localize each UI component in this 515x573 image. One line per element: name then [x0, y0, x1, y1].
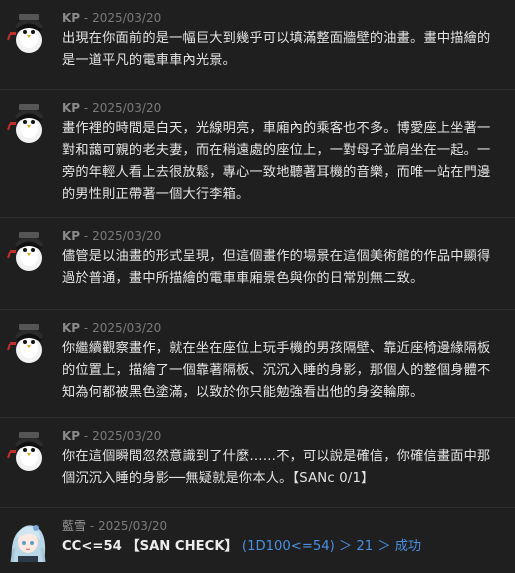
message-date: 2025/03/20	[92, 11, 162, 25]
message-meta: KP - 2025/03/20	[62, 228, 503, 244]
chat-message: KP - 2025/03/20 你在這個瞬間忽然意識到了什麼……不，可以說是確信…	[0, 418, 515, 508]
message-date: 2025/03/20	[92, 229, 162, 243]
message-date: 2025/03/20	[92, 429, 162, 443]
chat-log: KP - 2025/03/20 出現在你面前的是一幅巨大到幾乎可以填滿整面牆壁的…	[0, 0, 515, 573]
message-text: 你在這個瞬間忽然意識到了什麼……不，可以說是確信，你確信畫面中那個沉沉入睡的身影…	[62, 449, 491, 486]
penguin-avatar-icon[interactable]	[6, 428, 50, 472]
meta-separator: -	[80, 101, 93, 115]
chat-message: KP - 2025/03/20 儘管是以油畫的形式呈現，但這個畫作的場景在這個美…	[0, 218, 515, 310]
message-content: 藍雪 - 2025/03/20 CC<=54 【SAN CHECK】 (1D10…	[62, 518, 503, 563]
chat-message: KP - 2025/03/20 畫作裡的時間是白天，光線明亮，車廂內的乘客也不多…	[0, 90, 515, 218]
message-content: KP - 2025/03/20 出現在你面前的是一幅巨大到幾乎可以填滿整面牆壁的…	[62, 10, 503, 79]
penguin-avatar-icon[interactable]	[6, 228, 50, 272]
meta-separator: -	[86, 519, 98, 533]
author-name: KP	[62, 429, 81, 443]
message-content: KP - 2025/03/20 畫作裡的時間是白天，光線明亮，車廂內的乘客也不多…	[62, 100, 503, 207]
message-text: 畫作裡的時間是白天，光線明亮，車廂內的乘客也不多。博愛座上坐著一對和藹可親的老夫…	[62, 121, 491, 202]
message-date: 2025/03/20	[92, 321, 162, 335]
message-text: 你繼續觀察畫作，就在坐在座位上玩手機的男孩隔壁、靠近座椅邊緣隔板的位置上，描繪了…	[62, 341, 491, 400]
meta-separator: -	[80, 429, 93, 443]
message-content: KP - 2025/03/20 儘管是以油畫的形式呈現，但這個畫作的場景在這個美…	[62, 228, 503, 299]
penguin-avatar-icon[interactable]	[6, 320, 50, 364]
penguin-avatar-icon[interactable]	[6, 100, 50, 144]
message-meta: KP - 2025/03/20	[62, 10, 503, 26]
message-meta: 藍雪 - 2025/03/20	[62, 518, 503, 534]
author-name: 藍雪	[62, 519, 87, 533]
chat-message: 藍雪 - 2025/03/20 CC<=54 【SAN CHECK】 (1D10…	[0, 508, 515, 573]
message-date: 2025/03/20	[92, 101, 162, 115]
roll-detail: (1D100<=54) ＞ 21 ＞ 成功	[237, 539, 422, 554]
meta-separator: -	[80, 11, 93, 25]
meta-separator: -	[80, 321, 93, 335]
dice-roll-result: CC<=54 【SAN CHECK】 (1D100<=54) ＞ 21 ＞ 成功	[62, 536, 503, 558]
message-text: 出現在你面前的是一幅巨大到幾乎可以填滿整面牆壁的油畫。畫中描繪的是一道平凡的電車…	[62, 31, 491, 68]
roll-command: CC<=54 【SAN CHECK】	[62, 539, 238, 554]
penguin-avatar-icon[interactable]	[6, 10, 50, 54]
message-meta: KP - 2025/03/20	[62, 100, 503, 116]
chat-message: KP - 2025/03/20 你繼續觀察畫作，就在坐在座位上玩手機的男孩隔壁、…	[0, 310, 515, 418]
message-content: KP - 2025/03/20 你繼續觀察畫作，就在坐在座位上玩手機的男孩隔壁、…	[62, 320, 503, 407]
message-content: KP - 2025/03/20 你在這個瞬間忽然意識到了什麼……不，可以說是確信…	[62, 428, 503, 497]
author-name: KP	[62, 101, 81, 115]
message-text: 儘管是以油畫的形式呈現，但這個畫作的場景在這個美術館的作品中顯得過於普通，畫中所…	[62, 249, 491, 286]
chat-message: KP - 2025/03/20 出現在你面前的是一幅巨大到幾乎可以填滿整面牆壁的…	[0, 0, 515, 90]
meta-separator: -	[80, 229, 93, 243]
message-date: 2025/03/20	[97, 519, 168, 533]
author-name: KP	[62, 229, 81, 243]
author-name: KP	[62, 321, 81, 335]
author-name: KP	[62, 11, 81, 25]
anime-girl-avatar-icon[interactable]	[6, 518, 50, 562]
message-meta: KP - 2025/03/20	[62, 320, 503, 336]
message-meta: KP - 2025/03/20	[62, 428, 503, 444]
